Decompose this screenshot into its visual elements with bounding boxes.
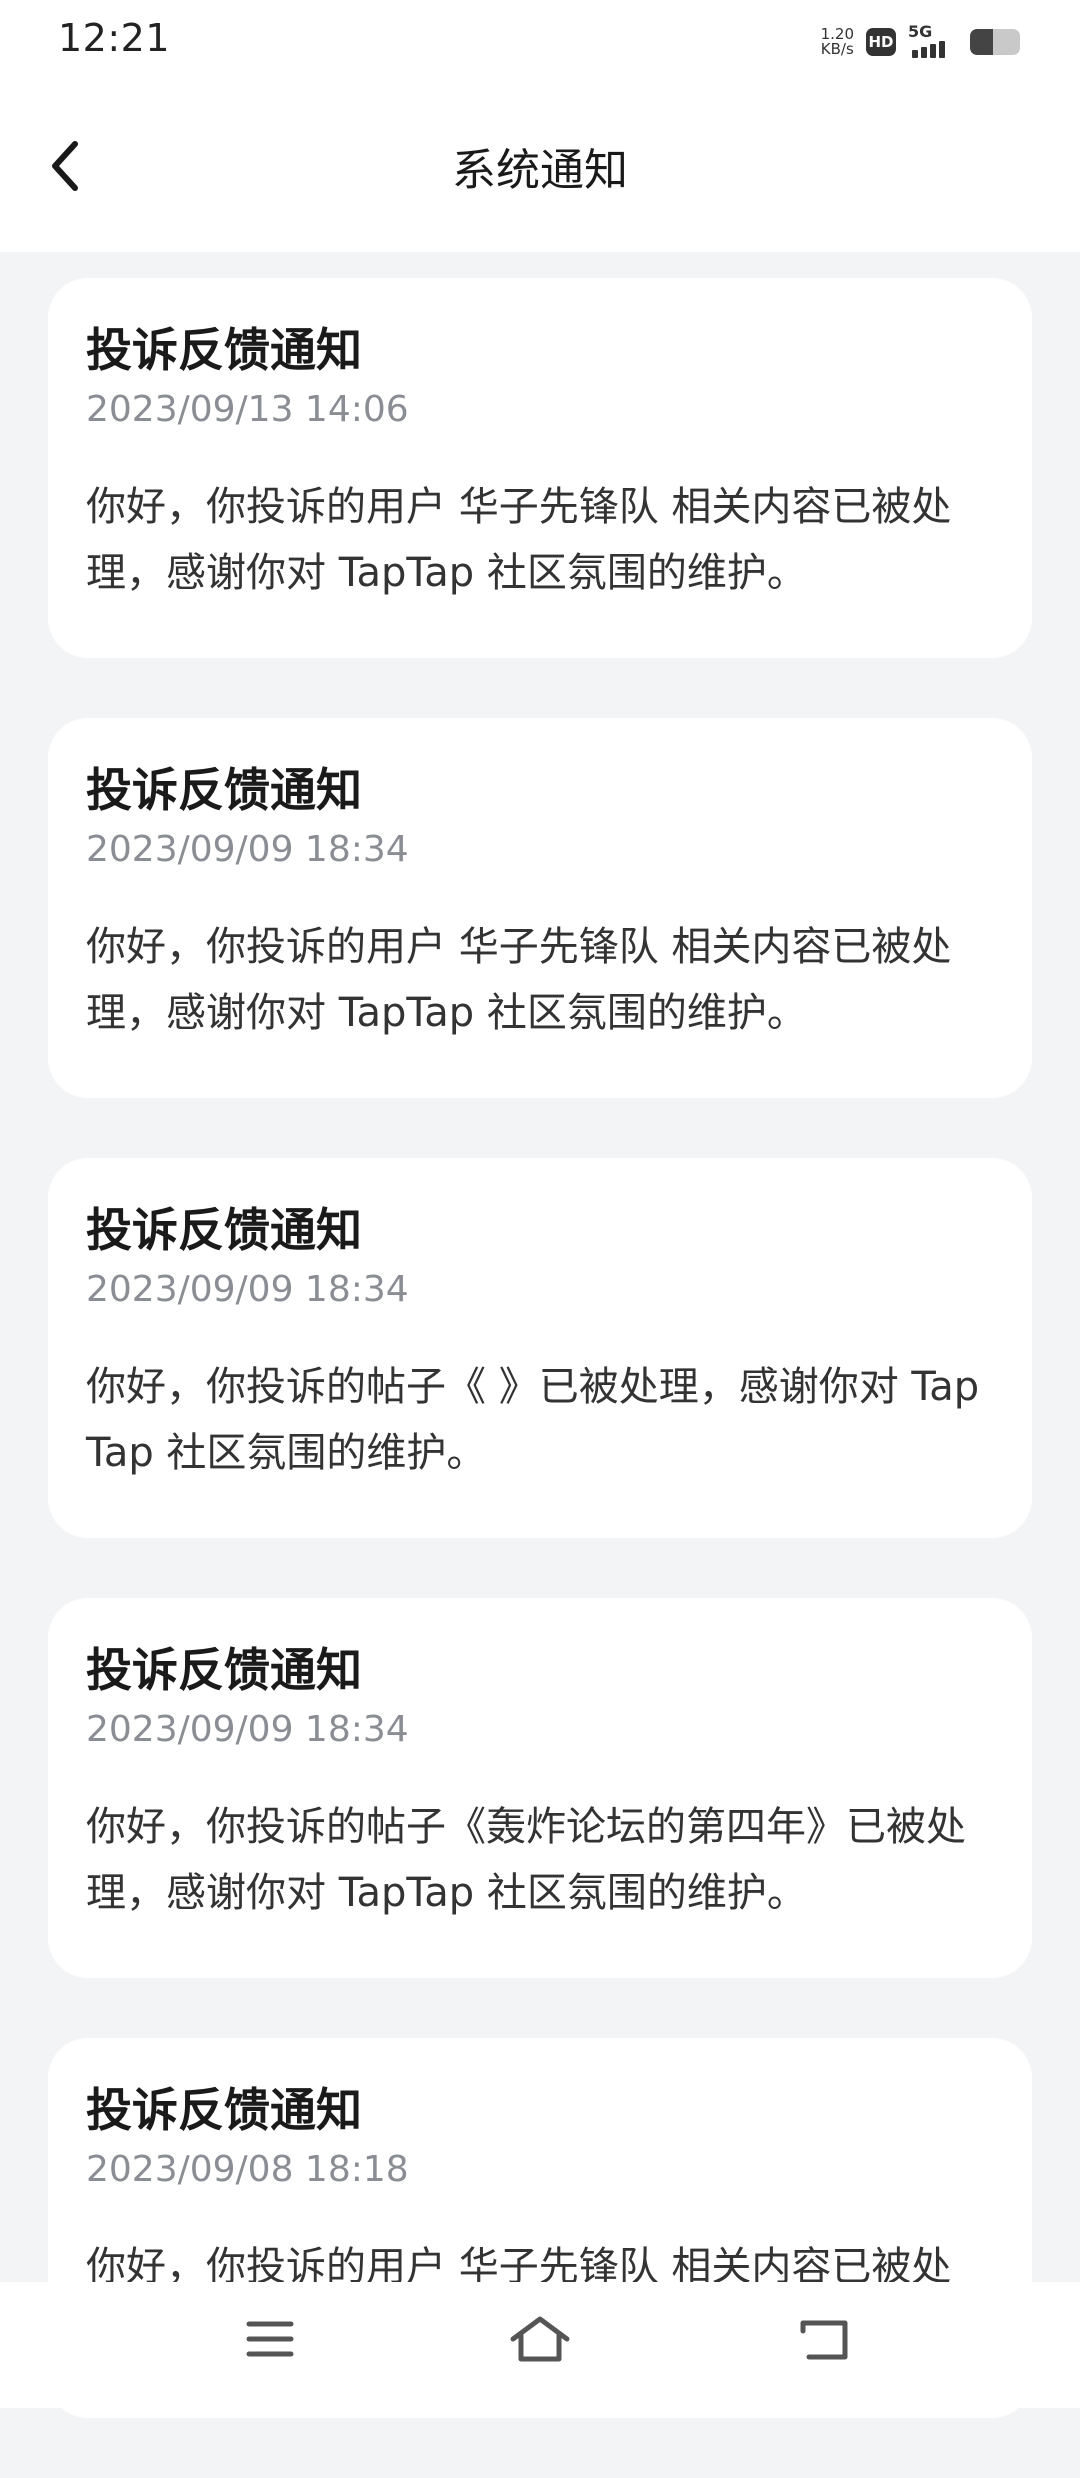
notification-body: 你好，你投诉的用户 华子先锋队 相关内容已被处理，感谢你对 TapTap 社区氛… bbox=[86, 924, 952, 1036]
net-speed: 1.20 KB/s bbox=[821, 27, 854, 57]
app-header: 系统通知 bbox=[0, 84, 1080, 252]
menu-icon bbox=[246, 2321, 294, 2357]
signal-icon: 5G bbox=[908, 22, 958, 60]
status-bar: 12:21 1.20 KB/s HD 5G bbox=[0, 0, 1080, 84]
notification-body: 你好，你投诉的用户 华子先锋队 相关内容已被处理，感谢你对 TapTap 社区氛… bbox=[86, 484, 952, 596]
battery-icon bbox=[970, 29, 1020, 55]
home-button[interactable] bbox=[495, 2304, 585, 2374]
home-icon bbox=[510, 2316, 570, 2362]
notification-title: 投诉反馈通知 bbox=[86, 2083, 362, 2137]
status-time: 12:21 bbox=[58, 16, 171, 60]
notification-title: 投诉反馈通知 bbox=[86, 1643, 362, 1697]
notification-time: 2023/09/08 18:18 bbox=[86, 2149, 409, 2190]
notification-card[interactable]: 投诉反馈通知 2023/09/09 18:34 你好，你投诉的帖子《 》已被处理… bbox=[48, 1158, 1032, 1538]
back-icon bbox=[800, 2320, 848, 2360]
net-speed-unit: KB/s bbox=[820, 40, 854, 58]
page-title: 系统通知 bbox=[452, 145, 628, 196]
notification-body: 你好，你投诉的帖子《轰炸论坛的第四年》已被处理，感谢你对 TapTap 社区氛围… bbox=[86, 1804, 966, 1916]
notification-title: 投诉反馈通知 bbox=[86, 763, 362, 817]
notification-card[interactable]: 投诉反馈通知 2023/09/09 18:34 你好，你投诉的用户 华子先锋队 … bbox=[48, 718, 1032, 1098]
notification-card[interactable]: 投诉反馈通知 2023/09/13 14:06 你好，你投诉的用户 华子先锋队 … bbox=[48, 278, 1032, 658]
back-nav-button[interactable] bbox=[780, 2304, 870, 2374]
network-type-label: 5G bbox=[908, 22, 933, 41]
notification-body: 你好，你投诉的帖子《 》已被处理，感谢你对 TapTap 社区氛围的维护。 bbox=[86, 1364, 980, 1476]
menu-button[interactable] bbox=[225, 2304, 315, 2374]
signal-bars bbox=[912, 41, 945, 58]
notification-time: 2023/09/09 18:34 bbox=[86, 1709, 409, 1750]
notification-time: 2023/09/13 14:06 bbox=[86, 389, 409, 430]
notification-time: 2023/09/09 18:34 bbox=[86, 1269, 409, 1310]
hd-icon: HD bbox=[866, 28, 896, 56]
notification-card[interactable]: 投诉反馈通知 2023/09/09 18:34 你好，你投诉的帖子《轰炸论坛的第… bbox=[48, 1598, 1032, 1978]
notification-list[interactable]: 投诉反馈通知 2023/09/13 14:06 你好，你投诉的用户 华子先锋队 … bbox=[48, 278, 1032, 2478]
system-nav-bar bbox=[0, 2282, 1080, 2408]
notification-title: 投诉反馈通知 bbox=[86, 1203, 362, 1257]
notification-time: 2023/09/09 18:34 bbox=[86, 829, 409, 870]
battery-fill bbox=[970, 29, 993, 55]
notification-title: 投诉反馈通知 bbox=[86, 323, 362, 377]
status-icons: 1.20 KB/s HD 5G bbox=[821, 22, 1020, 62]
